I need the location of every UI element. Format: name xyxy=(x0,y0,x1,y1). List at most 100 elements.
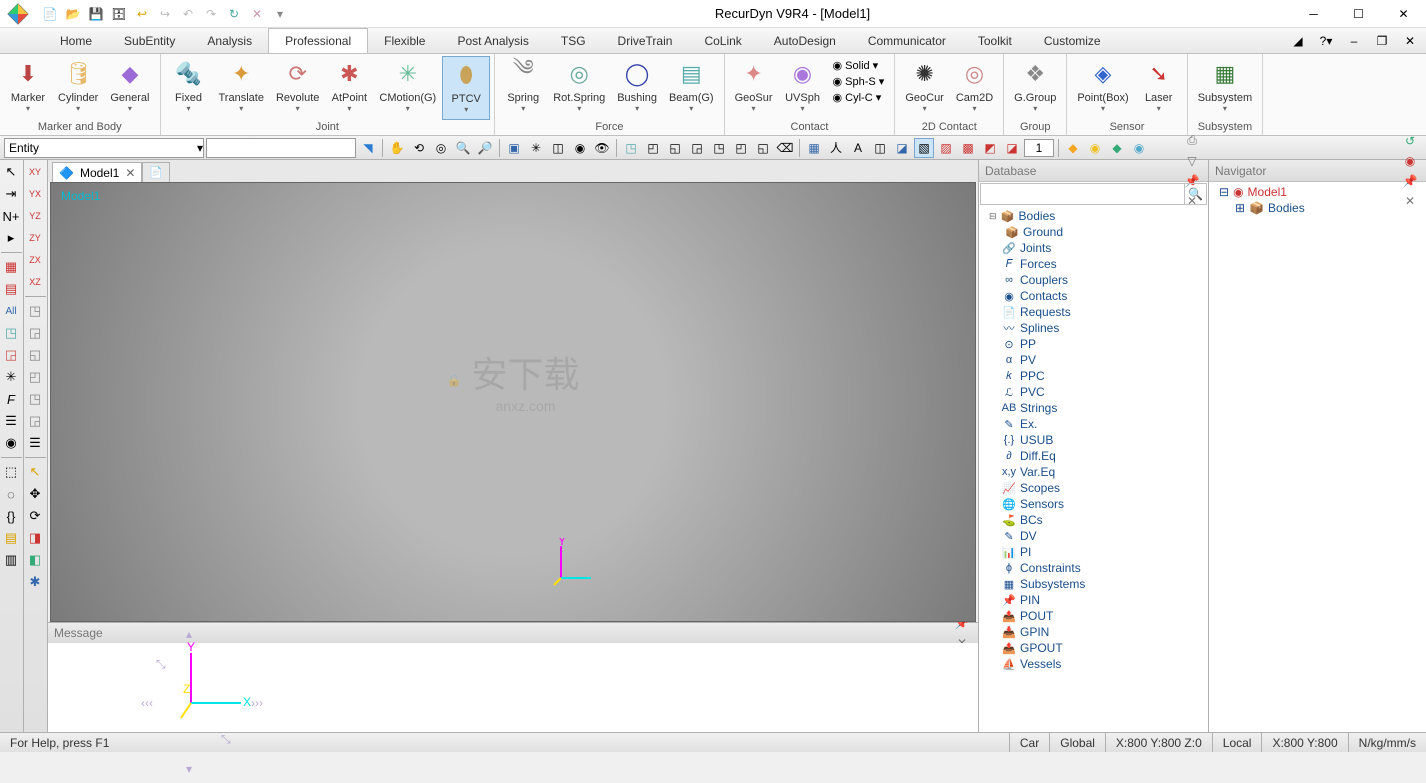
db-icon1[interactable]: ⎙ xyxy=(1182,131,1202,151)
tree-item-pi[interactable]: 📊PI xyxy=(979,544,1208,560)
yx-icon[interactable]: YX xyxy=(25,184,45,204)
menu-tab-professional[interactable]: Professional xyxy=(268,28,368,53)
wire-icon[interactable]: ◫ xyxy=(548,138,568,158)
view1-icon[interactable]: ◳ xyxy=(621,138,641,158)
ribbon-ptcv-button[interactable]: ⬮PTCV▾ xyxy=(442,56,490,120)
database-tree[interactable]: ⊟📦Bodies📦Ground🔗Joints𝐹Forces∞Couplers◉C… xyxy=(979,206,1208,732)
redo-icon[interactable]: ↪ xyxy=(155,4,175,24)
axes-icon[interactable]: ✳ xyxy=(526,138,546,158)
menu-tab-communicator[interactable]: Communicator xyxy=(852,28,962,53)
menu-tab-toolkit[interactable]: Toolkit xyxy=(962,28,1028,53)
open-icon[interactable]: 📂 xyxy=(63,4,83,24)
iso3-icon[interactable]: ◱ xyxy=(25,345,45,365)
minimize-button[interactable]: ─ xyxy=(1291,0,1336,28)
navigator-tree[interactable]: ⊟ ◉ Model1 ⊞ 📦 Bodies xyxy=(1209,182,1426,732)
tree-item-bcs[interactable]: ⛳BCs xyxy=(979,512,1208,528)
qa-dropdown-icon[interactable]: ▾ xyxy=(270,4,290,24)
ribbon-cylinder-button[interactable]: 🛢Cylinder▾ xyxy=(52,56,104,120)
filter-icon[interactable]: ▽ xyxy=(1182,151,1202,171)
entity-input[interactable] xyxy=(206,138,356,158)
pointer-icon[interactable]: ▸ xyxy=(1,228,21,248)
ribbon-subsystem-button[interactable]: ▦Subsystem▾ xyxy=(1192,56,1258,120)
ribbon-spring-button[interactable]: ༄Spring▾ xyxy=(499,56,547,120)
nav-root[interactable]: ⊟ ◉ Model1 xyxy=(1209,184,1426,200)
expand-icon[interactable]: ⊞ xyxy=(1235,201,1245,215)
ribbon-stack-solid-[interactable]: ◉ Solid ▾ xyxy=(831,58,887,73)
ribbon-uvsph-button[interactable]: ◉UVSph▾ xyxy=(779,56,827,120)
refresh-icon[interactable]: ↻ xyxy=(224,4,244,24)
tree-item-gpin[interactable]: 📥GPIN xyxy=(979,624,1208,640)
rotate2-icon[interactable]: ⟳ xyxy=(25,506,45,526)
expand-icon[interactable]: ⊟ xyxy=(1219,185,1229,199)
tree-item-pp[interactable]: ⊙PP xyxy=(979,336,1208,352)
all-icon[interactable]: All xyxy=(1,301,21,321)
tree-item-ppc[interactable]: 𝑘PPC xyxy=(979,368,1208,384)
pan-icon[interactable]: ✋ xyxy=(387,138,407,158)
box2-icon[interactable]: ◪ xyxy=(892,138,912,158)
ribbon-g-group-button[interactable]: ❖G.Group▾ xyxy=(1008,56,1062,120)
ribbon-stack-cyl-c-[interactable]: ◉ Cyl-C ▾ xyxy=(831,90,887,105)
ribbon-point-box--button[interactable]: ◈Point(Box)▾ xyxy=(1071,56,1134,120)
parens-icon[interactable]: {} xyxy=(1,506,21,526)
mdi-close-icon[interactable]: ✕ xyxy=(1400,31,1420,51)
ribbon-atpoint-button[interactable]: ✱AtPoint▾ xyxy=(325,56,373,120)
viewport-3d[interactable]: Model1 🔒安下载anxz.com Y Y X Z ‹‹‹ ››› ▴ ▾ … xyxy=(50,182,976,622)
view7-icon[interactable]: ◱ xyxy=(753,138,773,158)
triad-icon[interactable]: ✳ xyxy=(1,367,21,387)
tree-item-forces[interactable]: 𝐹Forces xyxy=(979,256,1208,272)
zy-icon[interactable]: ZY xyxy=(25,228,45,248)
mdi-minimize-icon[interactable]: – xyxy=(1344,31,1364,51)
menu-tab-autodesign[interactable]: AutoDesign xyxy=(758,28,852,53)
ribbon-beam-g--button[interactable]: ▤Beam(G)▾ xyxy=(663,56,720,120)
box3-icon[interactable]: ▧ xyxy=(914,138,934,158)
undo-icon[interactable]: ↩ xyxy=(132,4,152,24)
back-icon[interactable]: ↶ xyxy=(178,4,198,24)
ribbon-cmotion-g--button[interactable]: ✳CMotion(G)▾ xyxy=(373,56,442,120)
tree-item-pin[interactable]: 📌PIN xyxy=(979,592,1208,608)
ribbon-revolute-button[interactable]: ⟳Revolute▾ xyxy=(270,56,325,120)
move-icon[interactable]: ✥ xyxy=(25,484,45,504)
menu-tab-colink[interactable]: CoLink xyxy=(688,28,757,53)
iso6-icon[interactable]: ◲ xyxy=(25,411,45,431)
go-icon[interactable]: ◥ xyxy=(358,138,378,158)
iso4-icon[interactable]: ◰ xyxy=(25,367,45,387)
person-icon[interactable]: 人 xyxy=(826,138,846,158)
zoom-out-icon[interactable]: 🔎 xyxy=(475,138,495,158)
tree-item-var-eq[interactable]: x,yVar.Eq xyxy=(979,464,1208,480)
ribbon-fixed-button[interactable]: 🔩Fixed▾ xyxy=(165,56,213,120)
ribbon-stack-sph-s-[interactable]: ◉ Sph-S ▾ xyxy=(831,74,887,89)
close-button[interactable]: ✕ xyxy=(1381,0,1426,28)
entity-selector[interactable]: Entity ▾ xyxy=(4,138,204,158)
menu-tab-subentity[interactable]: SubEntity xyxy=(108,28,191,53)
save-icon[interactable]: 💾 xyxy=(86,4,106,24)
close-icon[interactable]: ✕ xyxy=(125,166,135,180)
ribbon-marker-button[interactable]: ⬇Marker▾ xyxy=(4,56,52,120)
ball-icon[interactable]: ◉ xyxy=(570,138,590,158)
new-icon[interactable]: 📄 xyxy=(40,4,60,24)
list-icon[interactable]: ☰ xyxy=(25,433,45,453)
box4-icon[interactable]: ▨ xyxy=(936,138,956,158)
view3-icon[interactable]: ◱ xyxy=(665,138,685,158)
nav-icon1[interactable]: ↺ xyxy=(1400,131,1420,151)
tree-item-dv[interactable]: ✎DV xyxy=(979,528,1208,544)
grid2-icon[interactable]: ▦ xyxy=(1,257,21,277)
nav-child[interactable]: ⊞ 📦 Bodies xyxy=(1209,200,1426,216)
cubecolor2-icon[interactable]: ◧ xyxy=(25,550,45,570)
box6-icon[interactable]: ◩ xyxy=(980,138,1000,158)
tree-item-gpout[interactable]: 📤GPOUT xyxy=(979,640,1208,656)
ribbon-general-button[interactable]: ◆General▾ xyxy=(104,56,155,120)
iso2-icon[interactable]: ◲ xyxy=(25,323,45,343)
ribbon-laser-button[interactable]: ➘Laser▾ xyxy=(1135,56,1183,120)
stack-icon[interactable]: ▤ xyxy=(1,528,21,548)
stack2-icon[interactable]: ▥ xyxy=(1,550,21,570)
grid3-icon[interactable]: ▤ xyxy=(1,279,21,299)
tree-item-joints[interactable]: 🔗Joints xyxy=(979,240,1208,256)
tree-item-strings[interactable]: ABStrings xyxy=(979,400,1208,416)
mdi-restore-icon[interactable]: ❐ xyxy=(1372,31,1392,51)
iso1-icon[interactable]: ◳ xyxy=(25,301,45,321)
cursor2-icon[interactable]: ↖ xyxy=(25,462,45,482)
tree-item-pv[interactable]: αPV xyxy=(979,352,1208,368)
menu-tab-post-analysis[interactable]: Post Analysis xyxy=(441,28,544,53)
a-icon[interactable]: A xyxy=(848,138,868,158)
menu-tab-home[interactable]: Home xyxy=(44,28,108,53)
